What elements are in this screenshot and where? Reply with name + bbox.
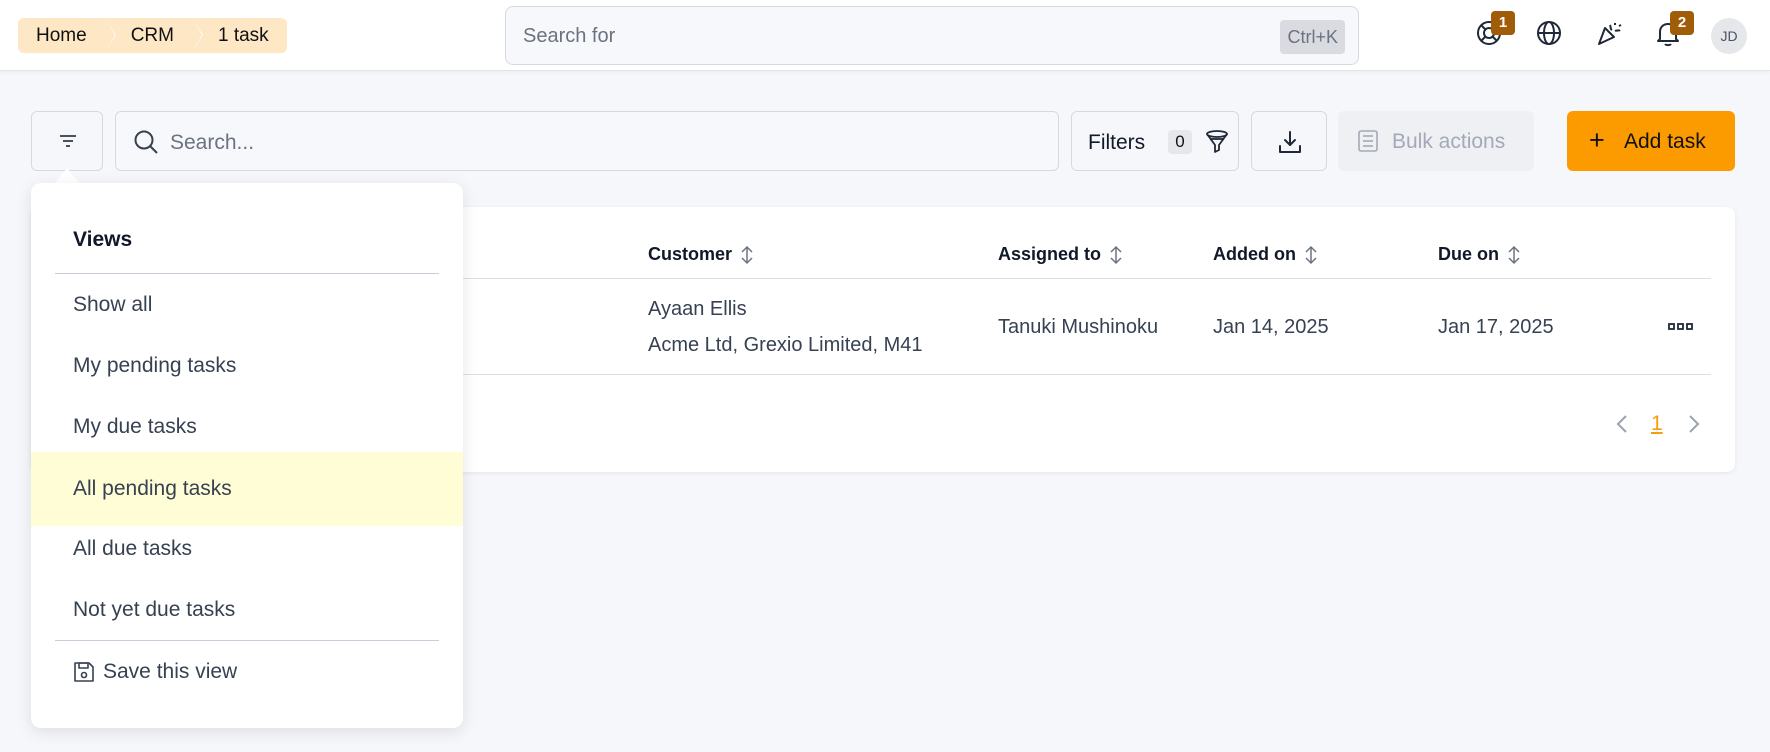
more-horizontal-icon (1668, 323, 1693, 330)
filters-button[interactable]: Filters 0 (1071, 111, 1239, 171)
support-button[interactable]: 1 (1475, 11, 1515, 49)
pagination-next-button[interactable] (1686, 412, 1702, 441)
support-badge: 1 (1491, 11, 1515, 35)
column-header-customer[interactable]: Customer (648, 244, 754, 265)
avatar[interactable]: JD (1711, 18, 1747, 54)
whats-new-button[interactable] (1595, 19, 1625, 49)
add-task-button[interactable]: + Add task (1567, 111, 1735, 171)
globe-icon (1537, 21, 1561, 45)
funnel-icon (1206, 130, 1228, 153)
customer-company: Acme Ltd, Grexio Limited, M41 (648, 334, 923, 356)
save-icon (74, 662, 94, 682)
customer-name[interactable]: Ayaan Ellis (648, 298, 747, 321)
task-search-input[interactable]: Search... (115, 111, 1059, 171)
global-search-input[interactable]: Search for Ctrl+K (505, 6, 1359, 65)
breadcrumb-home[interactable]: Home (18, 18, 115, 53)
notifications-badge: 2 (1670, 11, 1694, 35)
chevron-right-icon (1689, 415, 1700, 433)
view-item-all-due[interactable]: All due tasks (31, 518, 463, 579)
global-search-placeholder: Search for (523, 25, 616, 47)
breadcrumb-current: 1 task (191, 18, 287, 53)
column-header-due[interactable]: Due on (1438, 244, 1521, 265)
task-search-placeholder: Search... (170, 131, 255, 154)
download-icon (1279, 131, 1301, 153)
column-header-assigned-label: Assigned to (998, 244, 1102, 264)
filter-lines-icon (60, 135, 76, 147)
column-header-due-label: Due on (1438, 244, 1499, 264)
filters-count: 0 (1168, 130, 1192, 154)
save-view-button[interactable]: Save this view (73, 660, 237, 684)
column-header-customer-label: Customer (648, 244, 733, 264)
views-title: Views (73, 228, 133, 251)
sort-icon (1110, 245, 1122, 264)
bulk-actions-button[interactable]: Bulk actions (1338, 111, 1534, 171)
pagination-page[interactable]: 1 (1651, 412, 1663, 436)
shortcut-hint: Ctrl+K (1280, 20, 1345, 54)
column-header-assigned[interactable]: Assigned to (998, 244, 1123, 265)
views-toggle-button[interactable] (31, 111, 103, 171)
view-item-show-all[interactable]: Show all (31, 274, 463, 335)
view-item-all-pending[interactable]: All pending tasks (31, 452, 463, 526)
column-header-added-label: Added on (1213, 244, 1296, 264)
bulk-actions-label: Bulk actions (1392, 130, 1506, 153)
row-actions-button[interactable] (1667, 320, 1695, 334)
column-header-added[interactable]: Added on (1213, 244, 1318, 265)
views-divider-bottom (55, 640, 439, 641)
plus-icon: + (1589, 125, 1605, 155)
assigned-to: Tanuki Mushinoku (998, 316, 1159, 338)
filters-label: Filters (1088, 131, 1146, 154)
view-item-not-yet-due[interactable]: Not yet due tasks (31, 579, 463, 640)
breadcrumb: Home CRM 1 task (18, 18, 287, 53)
chevron-left-icon (1616, 415, 1627, 433)
view-item-my-pending[interactable]: My pending tasks (31, 335, 463, 396)
pagination-prev-button[interactable] (1614, 412, 1630, 441)
search-icon (134, 130, 158, 154)
notifications-button[interactable]: 2 (1654, 11, 1694, 49)
breadcrumb-crm[interactable]: CRM (104, 18, 203, 53)
sort-icon (741, 245, 753, 264)
language-button[interactable] (1535, 19, 1565, 49)
save-view-label: Save this view (103, 660, 238, 683)
sort-icon (1305, 245, 1317, 264)
add-task-label: Add task (1624, 130, 1706, 153)
list-document-icon (1358, 130, 1378, 152)
sort-icon (1508, 245, 1520, 264)
download-button[interactable] (1251, 111, 1327, 171)
due-on: Jan 17, 2025 (1438, 316, 1554, 338)
view-item-my-due[interactable]: My due tasks (31, 396, 463, 457)
party-popper-icon (1598, 23, 1622, 45)
added-on: Jan 14, 2025 (1213, 316, 1329, 338)
dropdown-pointer (55, 168, 79, 183)
top-bar: Home CRM 1 task Search for Ctrl+K 1 2 JD (0, 0, 1770, 71)
